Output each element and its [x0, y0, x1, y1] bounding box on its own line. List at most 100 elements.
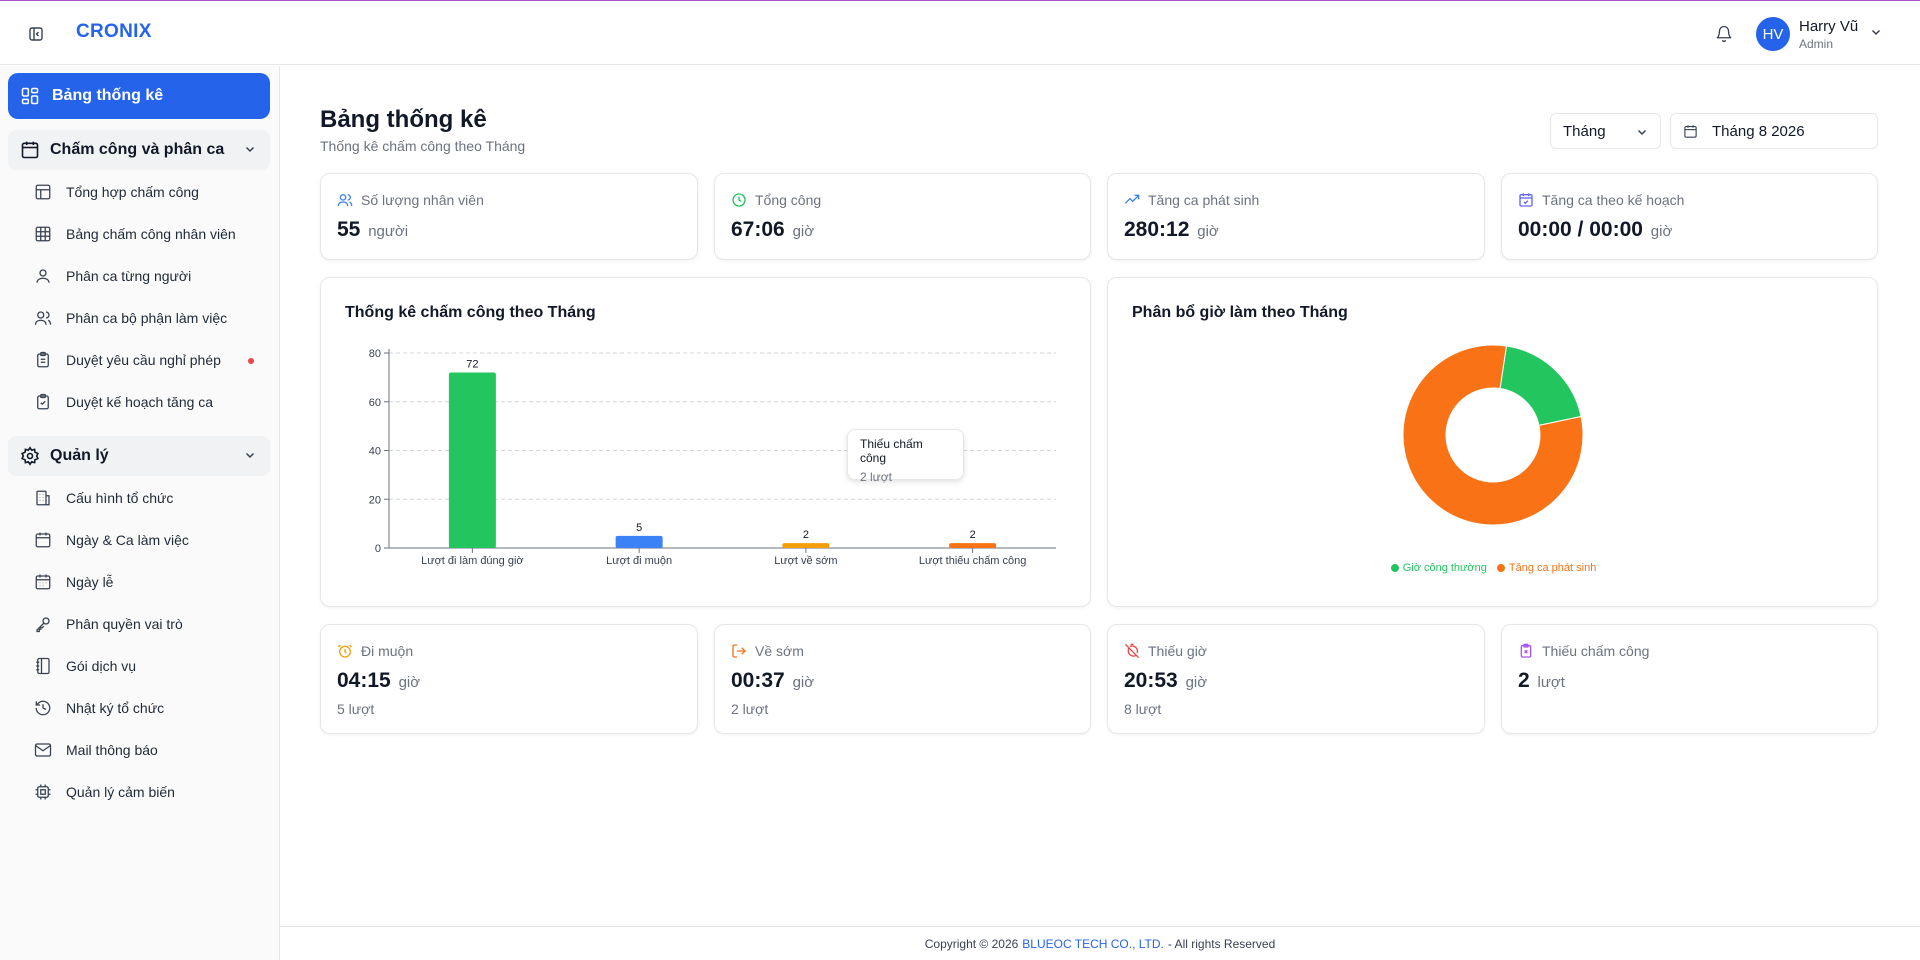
stat-label: Đi muộn	[361, 643, 414, 659]
users-icon	[337, 194, 353, 207]
stat-label: Tổng công	[755, 192, 822, 208]
stat-value: 04:15	[337, 669, 391, 692]
y-tick-label: 60	[369, 397, 381, 409]
stat-card-planned-overtime: Tăng ca theo kế hoạch 00:00 / 00:00 giờ	[1501, 173, 1878, 260]
legend-item[interactable]: Tăng ca phát sinh	[1496, 562, 1597, 574]
sidebar-item-label: Gói dịch vụ	[66, 658, 137, 674]
x-tick-label: Lượt về sớm	[774, 555, 837, 567]
sidebar-item-leave-approval[interactable]: Duyệt yêu cầu nghỉ phép	[34, 343, 270, 377]
attendance-bar-chart: 0 20 40 60 80 72 Lượt đi làm đúng giờ 5 Lượt đi …	[369, 348, 1056, 567]
sidebar-item-label: Ngày lễ	[66, 574, 114, 590]
building-icon	[36, 490, 50, 506]
date-picker[interactable]: Tháng 8 2026	[1670, 113, 1878, 149]
sidebar-item-org-log[interactable]: Nhật ký tổ chức	[34, 691, 270, 725]
sidebar-item-label: Quản lý cảm biến	[66, 784, 175, 800]
sidebar-item-org-config[interactable]: Cấu hình tổ chức	[34, 481, 270, 515]
user-icon	[36, 269, 50, 283]
sidebar-item-dashboard[interactable]: Bảng thống kê	[8, 73, 270, 119]
avatar: HV	[1756, 17, 1790, 51]
sidebar-item-label: Mail thông báo	[66, 742, 158, 758]
users-icon	[34, 311, 52, 325]
sidebar-group-label: Chấm công và phân ca	[50, 141, 225, 158]
stat-card-early-leave: Về sớm 00:37 giờ 2 lượt	[714, 624, 1091, 734]
tooltip-value: 2 lượt	[860, 470, 892, 484]
stat-unit: người	[368, 223, 409, 240]
gear-icon	[20, 446, 40, 466]
stat-card-missing-checkin: Thiếu chấm công 2 lượt	[1501, 624, 1878, 734]
y-tick-label: 40	[369, 446, 381, 458]
sidebar-item-attendance-summary[interactable]: Tổng hợp chấm công	[34, 175, 270, 209]
sidebar-group-label: Quản lý	[50, 447, 109, 464]
calendar-icon	[21, 141, 39, 159]
sidebar-item-department-shift[interactable]: Phân ca bộ phận làm việc	[34, 301, 270, 335]
bar	[782, 543, 830, 548]
x-tick-label: Lượt đi muộn	[606, 555, 672, 567]
user-menu[interactable]: HV Harry Vũ Admin	[1756, 14, 1906, 54]
page-title: Bảng thống kê	[320, 106, 487, 133]
notification-button[interactable]	[1712, 22, 1736, 46]
sidebar-item-label: Bảng thống kê	[52, 87, 164, 104]
chevron-down-icon	[1872, 29, 1881, 36]
stat-value: 20:53	[1124, 669, 1178, 692]
sidebar-toggle-button[interactable]	[24, 22, 48, 46]
stat-count: 5 lượt	[337, 701, 375, 717]
bar-value-label: 72	[466, 359, 478, 371]
table-icon	[35, 184, 51, 200]
legend-label: Giờ công thường	[1402, 562, 1487, 574]
chevron-down-icon	[245, 146, 255, 153]
legend-label: Tăng ca phát sinh	[1508, 562, 1597, 574]
sidebar-item-label: Nhật ký tổ chức	[66, 700, 165, 716]
sidebar-item-role-permissions[interactable]: Phân quyền vai trò	[34, 607, 270, 641]
sidebar-item-employee-timesheet[interactable]: Bảng chấm công nhân viên	[34, 217, 270, 251]
bar	[448, 372, 496, 548]
sidebar-item-label: Phân quyền vai trò	[66, 616, 183, 632]
cpu-icon	[35, 784, 51, 800]
calendar-days-icon	[35, 574, 51, 590]
sidebar-item-sensor-management[interactable]: Quản lý cảm biến	[34, 775, 270, 809]
sidebar-item-service-plan[interactable]: Gói dịch vụ	[34, 649, 270, 683]
stat-label: Tăng ca theo kế hoạch	[1542, 192, 1685, 208]
user-role: Admin	[1799, 36, 1834, 51]
sidebar-item-workdays-shifts[interactable]: Ngày & Ca làm việc	[34, 523, 270, 557]
period-select[interactable]: Tháng	[1550, 113, 1661, 149]
stat-unit: giờ	[792, 674, 815, 691]
sidebar-item-label: Tổng hợp chấm công	[66, 184, 199, 200]
sidebar-item-label: Duyệt yêu cầu nghỉ phép	[66, 352, 221, 368]
bar-value-label: 2	[970, 529, 976, 541]
footer-company-link[interactable]: BLUEOC TECH CO., LTD.	[1022, 937, 1164, 951]
bar-value-label: 2	[803, 529, 809, 541]
x-tick-label: Lượt đi làm đúng giờ	[421, 555, 524, 567]
log-out-icon	[732, 644, 746, 658]
sidebar-group-attendance[interactable]: Chấm công và phân ca	[8, 130, 270, 170]
chart-tooltip: Thiếu chấm công 2 lượt	[847, 429, 964, 484]
legend-swatch	[1390, 564, 1399, 572]
stat-value: 55	[337, 218, 361, 241]
sidebar-group-management[interactable]: Quản lý	[8, 436, 270, 476]
calendar-check-icon	[1519, 193, 1533, 207]
sidebar-item-overtime-approval[interactable]: Duyệt kế hoạch tăng ca	[34, 385, 270, 419]
notification-dot	[248, 358, 254, 364]
sidebar: Bảng thống kê Chấm công và phân ca Tổng …	[0, 66, 280, 960]
stat-label: Về sớm	[755, 643, 804, 659]
legend-item[interactable]: Giờ công thường	[1390, 562, 1487, 574]
stat-card-missing-hours: Thiếu giờ 20:53 giờ 8 lượt	[1107, 624, 1485, 734]
calendar-icon	[35, 532, 51, 548]
sidebar-item-holidays[interactable]: Ngày lễ	[34, 565, 270, 599]
grid-icon	[35, 226, 51, 242]
app-logo[interactable]: CRONIX	[76, 21, 152, 43]
stat-label: Thiếu chấm công	[1542, 643, 1650, 659]
sidebar-item-notification-mail[interactable]: Mail thông báo	[34, 733, 270, 767]
dashboard-icon	[21, 87, 39, 105]
footer: Copyright © 2026 BLUEOC TECH CO., LTD. -…	[280, 926, 1920, 960]
stat-card-total-work: Tổng công 67:06 giờ	[714, 173, 1091, 260]
stat-unit: giờ	[398, 674, 421, 691]
stat-value: 280:12	[1124, 218, 1190, 241]
sidebar-item-label: Cấu hình tổ chức	[66, 490, 174, 506]
tooltip-title: Thiếu chấm công	[860, 437, 923, 465]
period-select-value: Tháng	[1563, 122, 1606, 140]
mail-icon	[34, 743, 52, 757]
stat-unit: giờ	[792, 223, 815, 240]
donut-chart-card: Phân bổ giờ làm theo Tháng Giờ công thườ…	[1107, 277, 1878, 607]
work-hours-donut-chart	[1402, 344, 1584, 526]
sidebar-item-individual-shift[interactable]: Phân ca từng người	[34, 259, 270, 293]
